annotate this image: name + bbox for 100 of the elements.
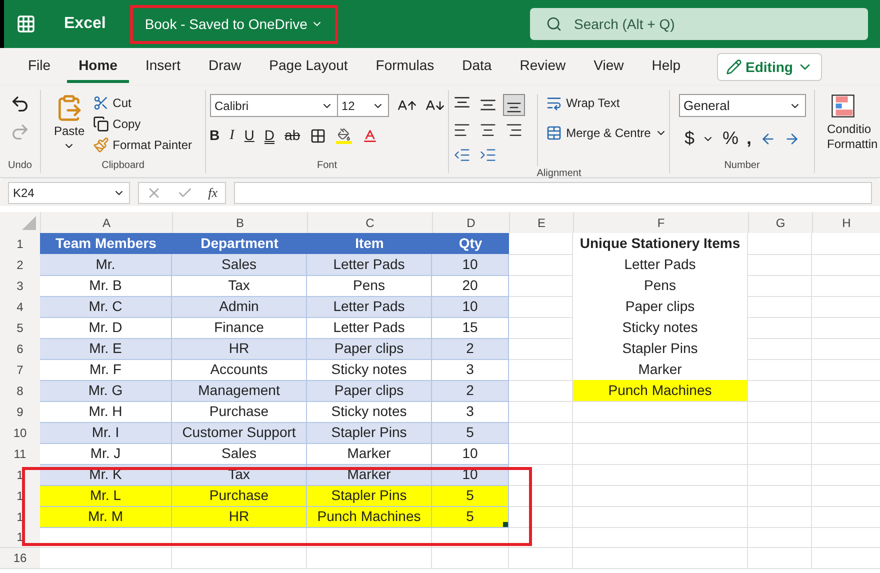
row-header[interactable]: 16 [0, 548, 40, 569]
undo-icon[interactable] [10, 94, 30, 114]
font-color-icon[interactable] [362, 128, 378, 144]
grid-cell [748, 506, 812, 528]
wrap-text-button[interactable]: Wrap Text [546, 94, 667, 112]
grid-cell [748, 443, 812, 465]
table-cell: Sticky notes [573, 317, 748, 339]
table-cell: Punch Machines [307, 506, 432, 528]
ribbon-tab[interactable]: File [16, 51, 63, 83]
table-cell: Marker [573, 359, 748, 381]
merge-centre-button[interactable]: Merge & Centre [546, 124, 667, 142]
paste-button[interactable]: Paste [54, 94, 85, 154]
ribbon-tab[interactable]: Draw [196, 51, 254, 83]
editing-mode-button[interactable]: Editing [716, 53, 822, 81]
italic-button[interactable]: I [230, 125, 234, 146]
grid-cell [748, 275, 812, 297]
ribbon-tab[interactable]: Insert [133, 51, 192, 83]
table-cell: Punch Machines [573, 380, 748, 402]
conditional-formatting-button[interactable]: Conditio Formattin [815, 86, 878, 177]
comma-style-button[interactable]: , [746, 125, 752, 152]
group-label: Clipboard [102, 159, 144, 173]
row-header[interactable]: 9 [0, 401, 40, 423]
grid-cell [509, 485, 573, 507]
row-header[interactable]: 11 [0, 443, 40, 465]
column-header[interactable]: G [748, 212, 812, 233]
grid-cell [748, 485, 812, 507]
copy-button[interactable]: Copy [92, 115, 192, 133]
group-label: Font [316, 159, 337, 173]
grid-cell [509, 506, 573, 528]
merge-cells-icon [546, 125, 562, 141]
row-header[interactable]: 8 [0, 380, 40, 402]
strikethrough-button[interactable]: ab [284, 125, 300, 146]
grid-cell [509, 443, 573, 465]
fill-color-icon[interactable] [336, 128, 352, 144]
currency-button[interactable]: $ [684, 125, 694, 152]
number-format-dropdown[interactable]: General [678, 94, 806, 117]
conditional-formatting-icon [831, 94, 855, 118]
double-underline-button[interactable]: D [264, 125, 275, 146]
search-icon [546, 16, 562, 32]
fill-handle-icon[interactable] [503, 522, 508, 527]
document-title-button[interactable]: Book - Saved to OneDrive [130, 4, 338, 44]
row-header[interactable]: 2 [0, 254, 40, 276]
row-header[interactable]: 1 [0, 233, 40, 255]
ribbon-tab[interactable]: Home [66, 51, 130, 83]
table-cell: Letter Pads [573, 254, 748, 276]
group-label: Undo [8, 159, 32, 173]
bold-button[interactable]: B [210, 125, 220, 146]
app-name: Excel [64, 14, 106, 34]
row-header[interactable]: 3 [0, 275, 40, 297]
insert-function-icon[interactable]: fx [208, 183, 218, 203]
grid-cell [748, 317, 812, 339]
font-size-dropdown[interactable]: 12 [338, 94, 388, 117]
name-box[interactable]: K24 [8, 182, 130, 204]
row-header[interactable]: 6 [0, 338, 40, 360]
table-cell: HR [172, 506, 307, 528]
table-cell: Pens [573, 275, 748, 297]
grid-cell [748, 233, 812, 255]
wrap-text-icon [546, 95, 562, 111]
ribbon-tab[interactable]: Data [450, 51, 504, 83]
group-label: Number [724, 159, 760, 173]
column-header[interactable]: H [812, 212, 880, 233]
grid-cell [748, 380, 812, 402]
table-cell: Paper clips [573, 296, 748, 318]
ribbon-tab[interactable]: Formulas [364, 51, 446, 83]
ribbon-tab[interactable]: Page Layout [257, 51, 360, 83]
row-header[interactable]: 4 [0, 296, 40, 318]
grid-cell [748, 527, 812, 548]
underline-button[interactable]: U [244, 125, 254, 146]
grid-cell [748, 401, 812, 423]
search-field[interactable]: Search (Alt + Q) [530, 8, 868, 40]
vertical-align-icon[interactable] [503, 94, 526, 116]
formula-input[interactable] [234, 182, 872, 204]
group-label: Alignment [536, 167, 582, 181]
format-painter-button[interactable]: Format Painter [92, 136, 192, 154]
pencil-icon [726, 59, 742, 75]
grid-cell [748, 548, 812, 569]
grid-cell [748, 254, 812, 276]
cut-button[interactable]: Cut [92, 94, 192, 112]
row-header[interactable]: 5 [0, 317, 40, 339]
column-header[interactable]: E [509, 212, 573, 233]
paintbrush-icon [92, 137, 109, 153]
ribbon-tab[interactable]: Review [508, 51, 578, 83]
grid-cell [748, 464, 812, 486]
app-launcher-icon[interactable] [16, 14, 36, 34]
ribbon-tab[interactable]: Help [640, 51, 693, 83]
font-name-dropdown[interactable]: Calibri [210, 94, 338, 117]
grid-cell [509, 422, 573, 444]
grid-cell [748, 422, 812, 444]
row-header[interactable]: 7 [0, 359, 40, 381]
percent-button[interactable]: % [722, 125, 738, 152]
grid-cell [509, 464, 573, 486]
copy-icon [92, 116, 109, 132]
borders-icon[interactable] [310, 128, 326, 144]
table-cell: Mr. M [40, 506, 172, 528]
ribbon-tab[interactable]: View [582, 51, 636, 83]
grid-cell [748, 296, 812, 318]
row-header[interactable]: 10 [0, 422, 40, 444]
table-cell: 5 [432, 506, 509, 528]
grid-cell [748, 359, 812, 381]
scissors-icon [92, 95, 109, 111]
